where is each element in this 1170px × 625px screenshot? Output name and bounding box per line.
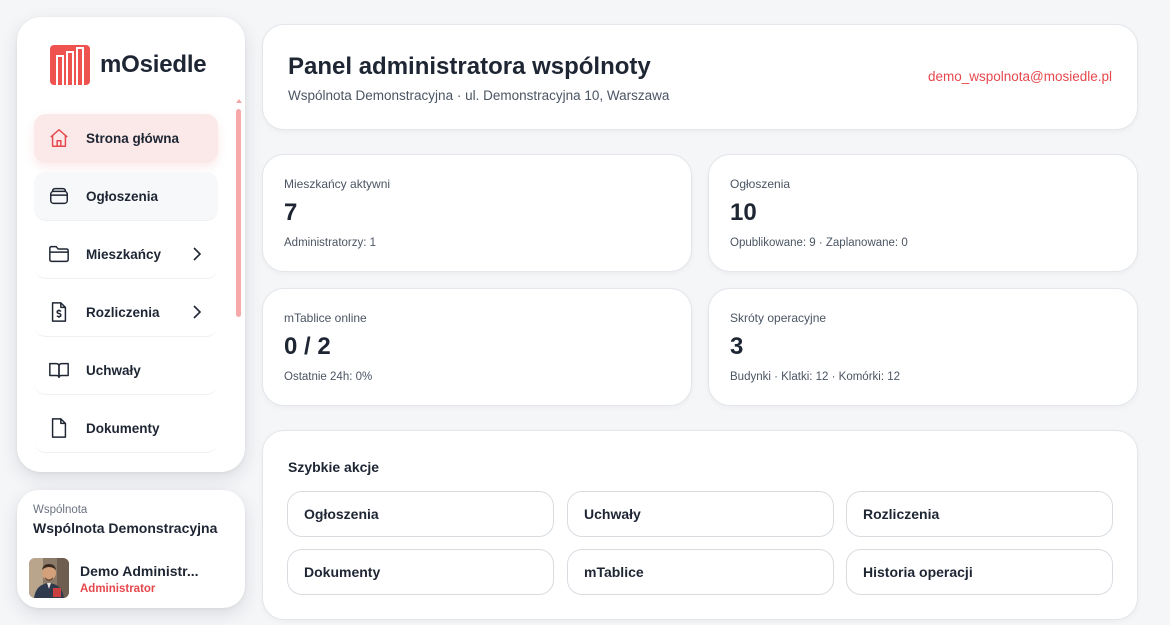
sidebar-item-label: Ogłoszenia [86,188,159,204]
chevron-right-icon [193,305,202,319]
scrollbar[interactable] [236,109,241,317]
stat-subtext: Opublikowane: 9 · Zaplanowane: 0 [730,237,908,249]
invoice-icon [47,300,71,324]
quick-action-history-button[interactable]: Historia operacji [846,549,1113,595]
stat-value: 3 [730,333,744,360]
sidebar-item-label: Mieszkańcy [86,246,162,262]
stat-card-shortcuts: Skróty operacyjne 3 Budynki · Klatki: 12… [708,288,1138,406]
sidebar-item-settlements[interactable]: Rozliczenia [34,288,218,337]
sidebar-item-label: Uchwały [86,362,141,378]
app-name: mOsiedle [100,51,207,78]
sidebar: mOsiedle Strona główna Ogłoszenia Mieszk… [17,17,245,472]
sidebar-item-label: Dokumenty [86,420,160,436]
stat-subtext: Budynki · Klatki: 12 · Komórki: 12 [730,371,901,383]
chevron-right-icon [193,247,202,261]
stat-subtext: Ostatnie 24h: 0% [284,371,373,383]
quick-actions-title: Szybkie akcje [288,459,380,475]
community-label: Wspólnota [33,504,88,516]
avatar[interactable] [29,558,69,598]
user-name: Demo Administr... [80,563,199,579]
sidebar-item-documents[interactable]: Dokumenty [34,404,218,453]
sidebar-item-resolutions[interactable]: Uchwały [34,346,218,395]
stat-card-residents: Mieszkańcy aktywni 7 Administratorzy: 1 [262,154,692,272]
stat-card-mtablice: mTablice online 0 / 2 Ostatnie 24h: 0% [262,288,692,406]
user-role: Administrator [80,583,156,595]
page-subtitle: Wspólnota Demonstracyjna · ul. Demonstra… [288,88,670,103]
stat-label: Mieszkańcy aktywni [284,177,391,191]
quick-action-resolutions-button[interactable]: Uchwały [567,491,834,537]
book-icon [47,358,71,382]
quick-action-announcements-button[interactable]: Ogłoszenia [287,491,554,537]
stat-label: Ogłoszenia [730,177,791,191]
stat-value: 0 / 2 [284,333,331,360]
sidebar-item-home[interactable]: Strona główna [34,114,218,163]
home-icon [47,126,71,150]
inbox-icon [47,184,71,208]
stat-label: Skróty operacyjne [730,311,827,325]
page-header: Panel administratora wspólnoty Wspólnota… [262,24,1138,130]
quick-action-mtablice-button[interactable]: mTablice [567,549,834,595]
quick-action-documents-button[interactable]: Dokumenty [287,549,554,595]
sidebar-item-announcements[interactable]: Ogłoszenia [34,172,218,221]
stat-value: 7 [284,199,298,226]
sidebar-item-residents[interactable]: Mieszkańcy [34,230,218,279]
user-card: Wspólnota Wspólnota Demonstracyjna Demo … [17,490,245,608]
document-icon [47,416,71,440]
stat-card-announcements: Ogłoszenia 10 Opublikowane: 9 · Zaplanow… [708,154,1138,272]
sidebar-nav: Strona główna Ogłoszenia Mieszkańcy Rozl… [34,114,218,462]
community-name: Wspólnota Demonstracyjna [33,520,218,536]
stat-label: mTablice online [284,311,367,325]
quick-action-settlements-button[interactable]: Rozliczenia [846,491,1113,537]
logo[interactable]: mOsiedle [50,45,207,85]
account-email[interactable]: demo_wspolnota@mosiedle.pl [928,69,1112,84]
page-title: Panel administratora wspólnoty [288,53,651,80]
stat-value: 10 [730,199,757,226]
logo-icon [50,45,90,85]
quick-actions-panel: Szybkie akcje Ogłoszenia Uchwały Rozlicz… [262,430,1138,620]
sidebar-item-label: Rozliczenia [86,304,160,320]
scroll-up-arrow[interactable] [236,99,242,103]
stat-subtext: Administratorzy: 1 [284,237,377,249]
sidebar-item-label: Strona główna [86,130,180,146]
folder-icon [47,242,71,266]
